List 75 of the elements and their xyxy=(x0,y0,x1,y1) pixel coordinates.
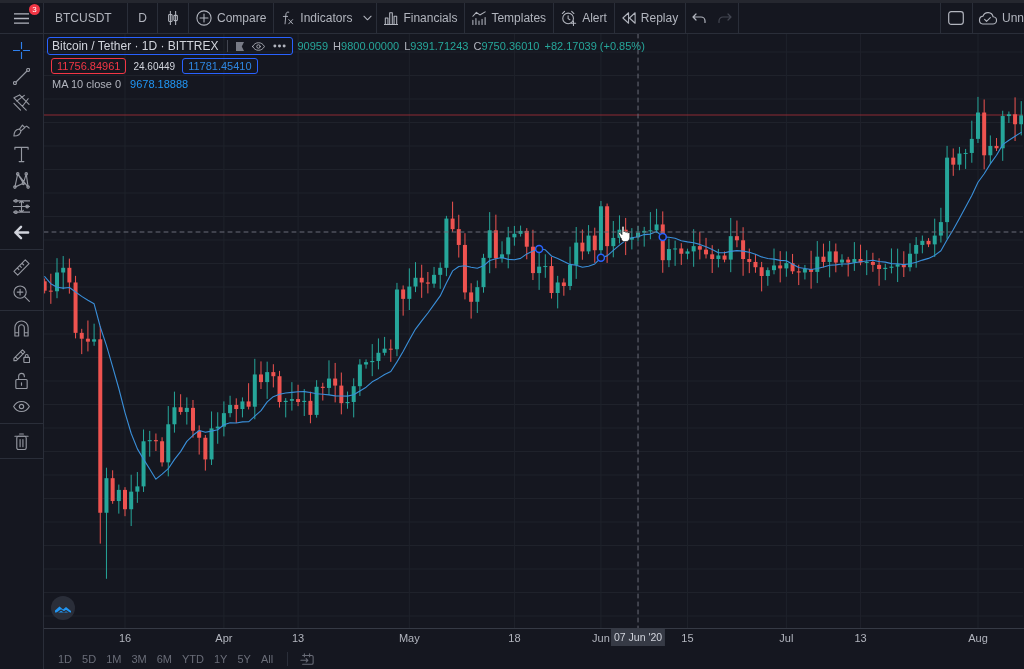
cloud-icon xyxy=(978,11,997,25)
time-axis-label: Jul xyxy=(779,632,794,644)
ohlc-value: H9800.00000 xyxy=(333,40,400,52)
indicators-button[interactable]: Indicators xyxy=(274,3,360,33)
ohlc-value: L9391.71243 xyxy=(404,40,469,52)
date-range-button[interactable]: 3M xyxy=(126,648,152,669)
time-axis-label: 13 xyxy=(291,632,305,644)
redo-icon xyxy=(718,11,733,25)
financials-button[interactable]: Financials xyxy=(377,3,465,33)
line-icon xyxy=(13,67,30,85)
fork-lines-icon xyxy=(13,93,30,111)
ohlc-value: C9750.36010 xyxy=(473,40,540,52)
replay-button[interactable]: Replay xyxy=(614,3,686,33)
buy-button[interactable]: 11781.45410 xyxy=(182,58,258,74)
price-change: +82.17039 (+0.85%) xyxy=(544,40,645,52)
symbol-button[interactable]: BTCUSDT xyxy=(44,3,127,33)
eye-icon xyxy=(251,41,265,51)
mountain-logo-icon[interactable] xyxy=(51,596,75,620)
indicator-value: 9678.18888 xyxy=(130,78,189,90)
time-axis-label: 18 xyxy=(508,632,521,644)
templates-button[interactable]: Templates xyxy=(465,3,554,33)
time-axis-label: Aug xyxy=(968,632,988,644)
arrow-left-icon xyxy=(13,223,30,241)
indicator-name: MA 10 close 0 xyxy=(52,78,122,90)
ohlc-value: 90959 xyxy=(297,40,329,52)
time-axis-label: 15 xyxy=(681,632,694,644)
ruler-icon xyxy=(13,258,30,276)
crosshair-icon xyxy=(13,41,30,59)
sell-button[interactable]: 11756.84961 xyxy=(51,58,127,74)
date-range-button[interactable]: 6M xyxy=(151,648,177,669)
hand-cursor-icon xyxy=(618,225,631,242)
flag-icon xyxy=(235,41,244,51)
date-range-button[interactable]: 1Y xyxy=(208,648,233,669)
plus-circle-icon xyxy=(196,10,212,26)
more-icon[interactable] xyxy=(272,44,286,48)
spread-value: 24.60449 xyxy=(133,60,176,72)
range-lines-icon xyxy=(13,197,30,215)
pattern-icon xyxy=(13,171,30,189)
date-range-button[interactable]: 5D xyxy=(77,648,102,669)
trash-icon xyxy=(13,432,30,450)
date-range-button[interactable]: 5Y xyxy=(232,648,256,669)
rewind-icon xyxy=(621,11,636,25)
chart-line-icon xyxy=(472,11,487,25)
alarm-clock-icon xyxy=(561,10,578,26)
square-icon xyxy=(948,10,965,26)
compare-button[interactable]: Compare xyxy=(189,3,274,33)
notification-badge: 3 xyxy=(29,4,40,15)
zoom-in-icon xyxy=(13,284,30,302)
crosshair-date-label: 07 Jun '20 xyxy=(610,629,666,646)
symbol-legend[interactable]: Bitcoin / Tether · 1D · BITTREX xyxy=(47,37,293,55)
time-axis-label: 13 xyxy=(854,632,867,644)
time-axis-label: Apr xyxy=(215,632,233,644)
time-axis-label: Jun xyxy=(592,632,610,644)
line-marker-icon xyxy=(534,244,544,254)
undo-icon xyxy=(692,11,707,25)
time-axis-label: May xyxy=(398,632,420,644)
date-range-button[interactable]: 1D xyxy=(53,648,78,669)
alert-button[interactable]: Alert xyxy=(554,3,614,33)
legend-title: Bitcoin / Tether · 1D · BITTREX xyxy=(52,39,219,53)
bar-chart-icon xyxy=(384,11,399,25)
unlock-icon xyxy=(13,371,30,389)
candlestick-icon xyxy=(166,11,180,25)
save-button[interactable]: Unn xyxy=(973,3,1024,33)
date-range-button[interactable]: YTD xyxy=(176,648,209,669)
date-range-button[interactable]: All xyxy=(255,648,279,669)
time-axis-label: 16 xyxy=(118,632,132,644)
menu-icon xyxy=(14,12,29,24)
date-range-button[interactable]: 1M xyxy=(101,648,127,669)
interval-button[interactable]: D xyxy=(128,3,157,33)
function-icon xyxy=(281,11,296,25)
calendar-icon xyxy=(300,651,315,666)
caret-icon xyxy=(363,15,373,21)
line-marker-icon xyxy=(658,232,667,242)
magnet-icon xyxy=(13,319,30,337)
text-tool-icon xyxy=(13,145,30,163)
